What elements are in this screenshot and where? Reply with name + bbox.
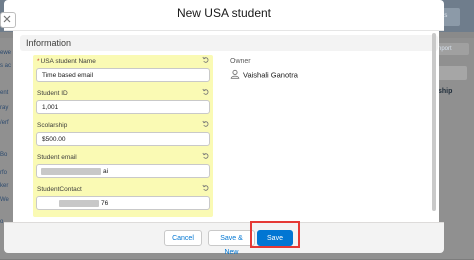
background-text: Bo [0,152,8,158]
field-label: Student ID [37,90,68,97]
background-text: ker [0,183,9,189]
background-text: We [0,197,9,203]
undo-icon[interactable] [202,184,210,192]
background-text: ray [0,105,9,111]
background-text: /erf [0,120,9,126]
field-label: *USA student Name [37,58,96,65]
save-button-callout [250,221,300,248]
owner-name[interactable]: Vaishali Ganotra [243,71,298,80]
scolarship-input[interactable]: $500.00 [36,132,210,146]
owner-value: Vaishali Ganotra [230,69,298,80]
modal-body[interactable]: Information *USA student Name Time based… [13,31,439,223]
modal-footer: Cancel Save & New Save [4,222,444,256]
background-text: ship [438,88,453,95]
usa-student-name-input[interactable]: Time based email [36,68,210,82]
save-and-new-button[interactable]: Save & New [208,230,255,256]
background-text: s ac [0,63,12,69]
scrollbar[interactable] [432,33,436,211]
section-header-information[interactable]: Information [20,35,438,51]
field-label: StudentContact [37,186,82,193]
background-text: ent [0,90,9,96]
section-title: Information [26,38,72,48]
redacted-text [41,168,101,175]
required-asterisk: * [37,58,40,65]
student-contact-input[interactable]: 76 [36,196,210,210]
background-box [437,66,467,80]
close-button[interactable] [0,12,16,28]
field-label: Scolarship [37,122,68,129]
background-text: ewe [0,50,12,56]
field-label: Student email [37,154,77,161]
student-email-input[interactable]: ai [36,164,210,178]
owner-label: Owner [230,58,251,65]
user-icon [230,69,240,79]
student-id-input[interactable]: 1,001 [36,100,210,114]
undo-icon[interactable] [202,88,210,96]
field-student-contact: StudentContact 76 [33,183,213,217]
close-icon [3,15,11,23]
background-text: o [0,219,4,225]
undo-icon[interactable] [202,120,210,128]
redacted-text [59,200,99,207]
cancel-button[interactable]: Cancel [164,230,202,246]
undo-icon[interactable] [202,56,210,64]
field-student-id: Student ID 1,001 [33,87,213,121]
modal-header: New USA student [4,0,444,31]
undo-icon[interactable] [202,152,210,160]
field-scolarship: Scolarship $500.00 [33,119,213,153]
modal-title: New USA student [176,6,272,20]
field-student-email: Student email ai [33,151,213,185]
field-usa-student-name: *USA student Name Time based email [33,55,213,89]
background-text: rfo [0,170,8,176]
